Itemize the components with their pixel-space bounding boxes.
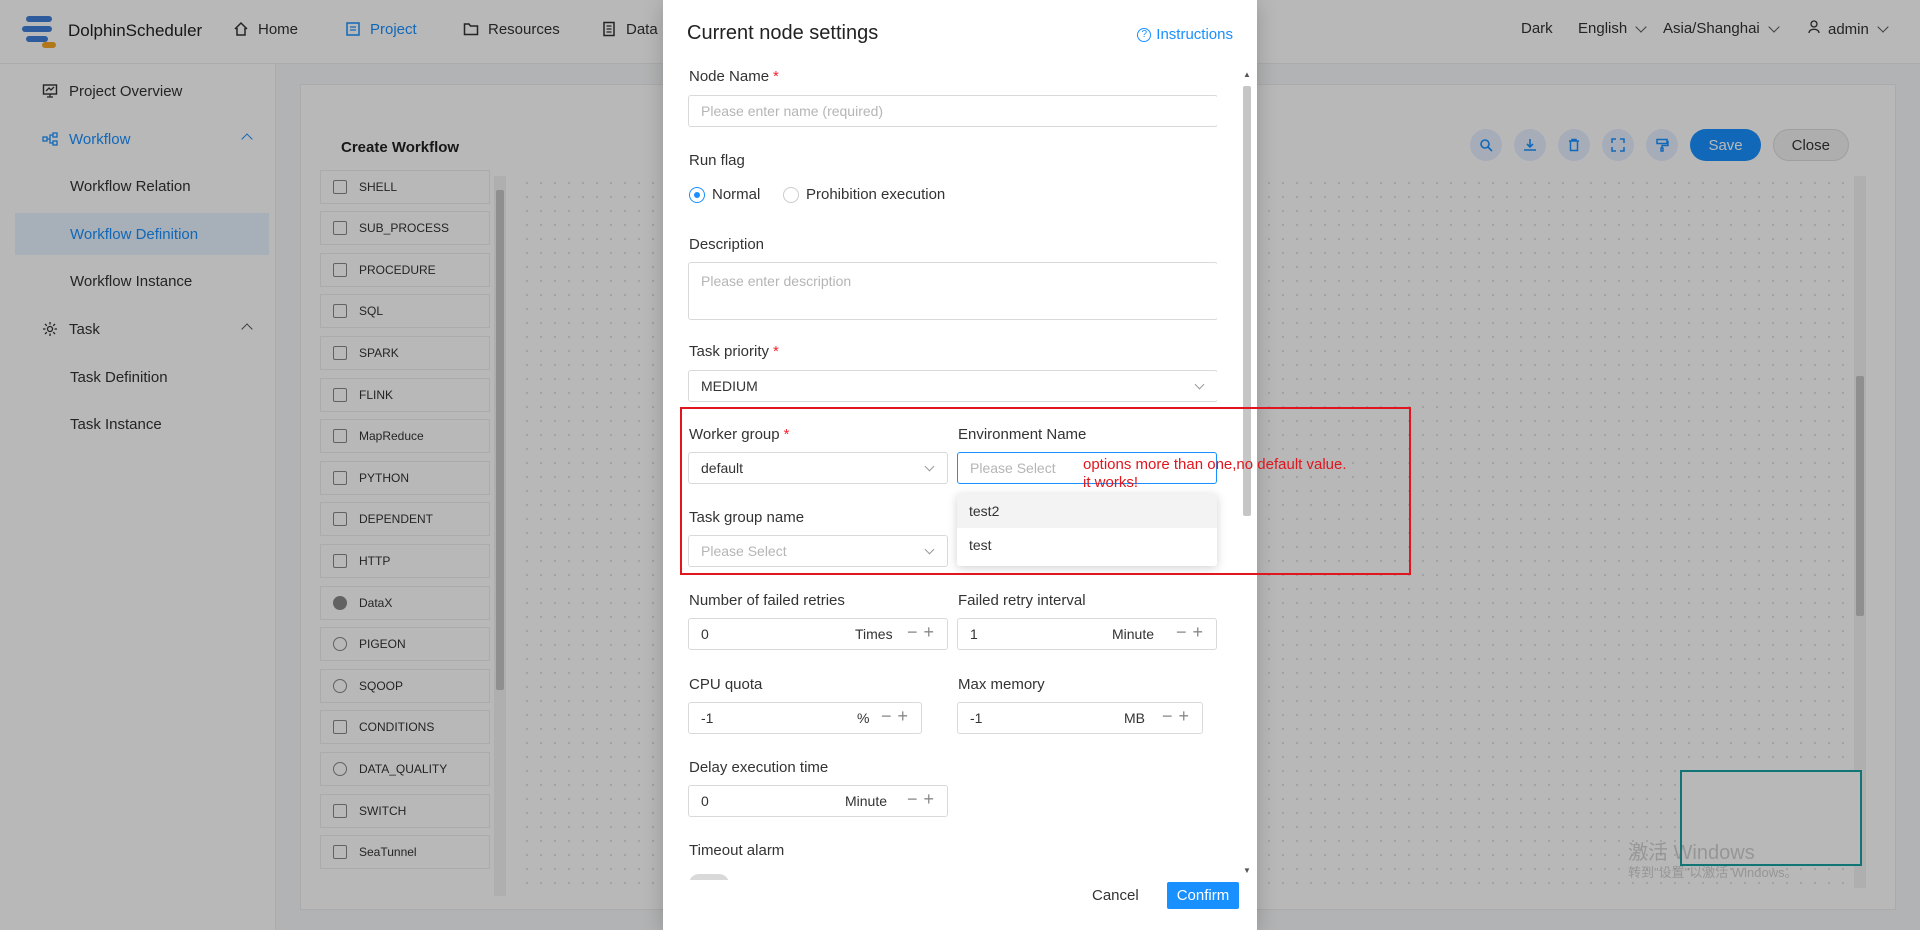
memory-unit: MB <box>1124 710 1145 726</box>
retry-interval-label: Failed retry interval <box>958 592 1086 609</box>
retry-interval-unit: Minute <box>1112 626 1155 642</box>
cpu-stepper[interactable]: −+ <box>881 706 914 727</box>
annotation-text: options more than one,no default value. … <box>1083 456 1347 492</box>
delay-input[interactable]: 0 Minute −+ <box>688 785 948 817</box>
memory-label: Max memory <box>958 676 1045 693</box>
delay-label: Delay execution time <box>689 759 829 776</box>
cpu-label: CPU quota <box>689 676 763 693</box>
cancel-button[interactable]: Cancel <box>1080 883 1151 908</box>
instructions-link[interactable]: ? Instructions <box>1137 26 1233 43</box>
memory-stepper[interactable]: −+ <box>1162 706 1195 727</box>
delay-unit: Minute <box>845 793 888 809</box>
cpu-input[interactable]: -1 % −+ <box>688 702 922 734</box>
run-flag-prohibition-radio[interactable]: Prohibition execution <box>783 186 945 203</box>
confirm-button[interactable]: Confirm <box>1166 882 1240 909</box>
help-icon: ? <box>1137 27 1152 42</box>
delay-stepper[interactable]: −+ <box>907 789 940 810</box>
description-label: Description <box>689 236 765 253</box>
retries-input[interactable]: 0 Times −+ <box>688 618 948 650</box>
cpu-unit: % <box>857 710 870 726</box>
timeout-label: Timeout alarm <box>689 842 785 859</box>
memory-input[interactable]: -1 MB −+ <box>957 702 1203 734</box>
node-name-label: Node Name * <box>689 68 779 85</box>
chevron-down-icon <box>1194 379 1205 390</box>
node-name-input[interactable]: Please enter name (required) <box>688 95 1217 127</box>
run-flag-label: Run flag <box>689 152 745 169</box>
retry-interval-input[interactable]: 1 Minute −+ <box>957 618 1217 650</box>
modal-footer: Cancel Confirm <box>1080 882 1240 909</box>
modal-title: Current node settings <box>687 22 879 44</box>
timeout-toggle[interactable] <box>689 874 729 880</box>
retries-stepper[interactable]: −+ <box>907 622 940 643</box>
run-flag-normal-radio[interactable]: Normal <box>689 186 760 203</box>
priority-select[interactable]: MEDIUM <box>688 370 1217 402</box>
annotation-line1: options more than one,no default value. <box>1083 456 1347 473</box>
retry-interval-stepper[interactable]: −+ <box>1176 622 1209 643</box>
annotation-line2: it works! <box>1083 474 1139 491</box>
retries-unit: Times <box>855 626 893 642</box>
retries-label: Number of failed retries <box>689 592 845 609</box>
priority-label: Task priority * <box>689 343 779 360</box>
instructions-label: Instructions <box>1156 26 1233 43</box>
description-textarea[interactable]: Please enter description <box>688 262 1217 320</box>
